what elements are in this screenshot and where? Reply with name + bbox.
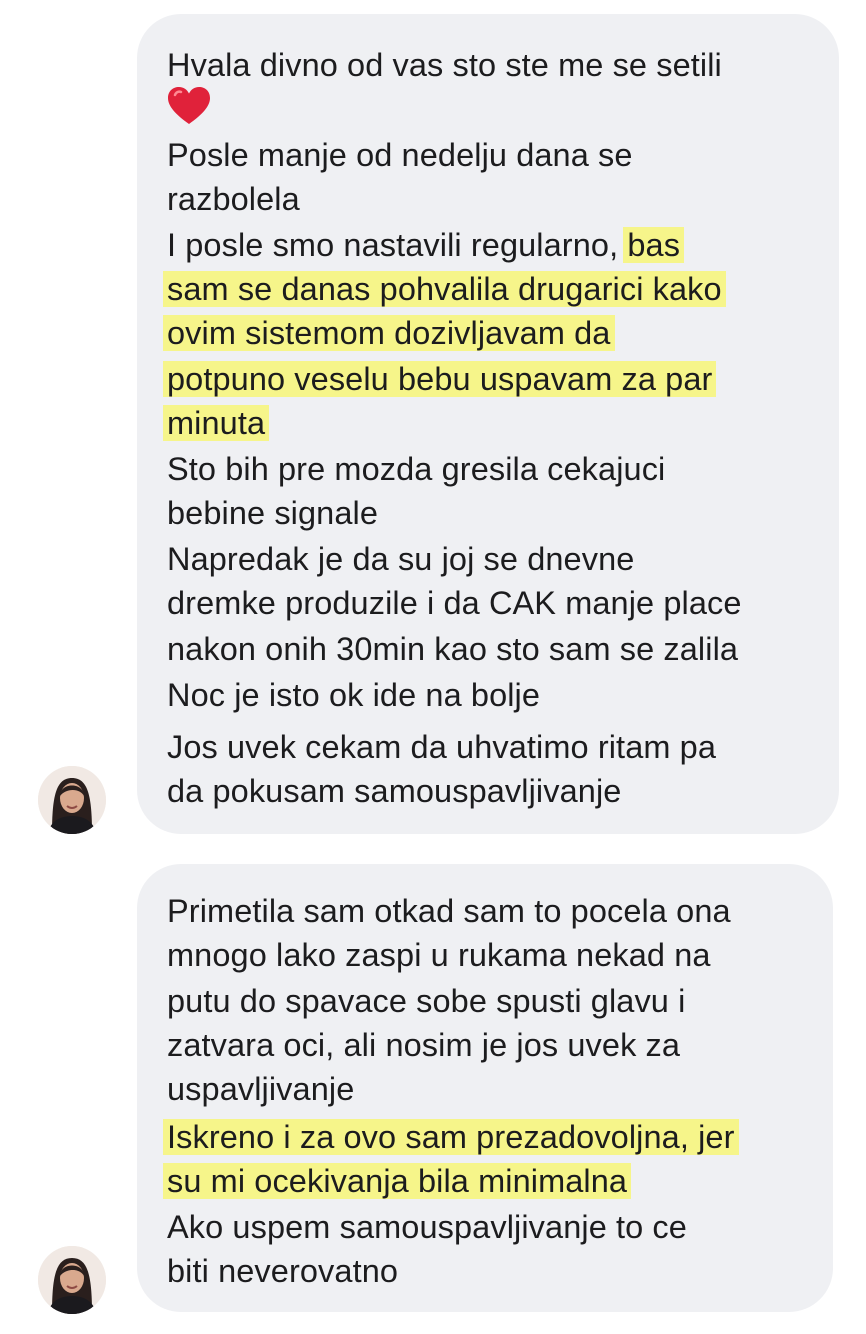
message-line: Sto bih pre mozda gresila cekajuci [167,451,666,487]
highlighted-text: bas [623,227,685,263]
message-bubble[interactable]: Hvala divno od vas sto ste me se setili … [137,14,839,834]
message-line: ovim sistemom dozivljavam da [163,310,615,356]
message-line: Napredak je da su joj se dnevne [167,541,635,577]
message-line: zatvara oci, ali nosim je jos uvek za [167,1027,681,1063]
message-line: da pokusam samouspavljivanje [167,773,622,809]
message-line: Hvala divno od vas sto ste me se setili [167,47,722,83]
highlighted-text: su mi ocekivanja bila minimalna [163,1163,632,1199]
message-line: minuta [163,400,270,446]
highlighted-text: potpuno veselu bebu uspavam za par [163,361,717,397]
message-line: Jos uvek cekam da uhvatimo ritam pa [167,729,717,765]
message-line: mnogo lako zaspi u rukama nekad na [167,937,711,973]
avatar-photo-icon [38,1246,106,1314]
highlighted-text: Iskreno i za ovo sam prezadovoljna, jer [163,1119,739,1155]
message-line: dremke produzile i da CAK manje place [167,585,742,621]
message-bubble[interactable]: Primetila sam otkad sam to pocela ona mn… [137,864,833,1312]
avatar-photo-icon [38,766,106,834]
message-line: Posle manje od nedelju dana se [167,137,633,173]
sender-avatar[interactable] [38,766,106,834]
sender-avatar[interactable] [38,1246,106,1314]
message-line: nakon onih 30min kao sto sam se zalila [167,631,739,667]
message-line: biti neverovatno [167,1253,399,1289]
heart-emoji-icon [168,87,210,124]
highlighted-text: ovim sistemom dozivljavam da [163,315,615,351]
message-line: putu do spavace sobe spusti glavu i [167,983,686,1019]
message-line: Ako uspem samouspavljivanje to ce [167,1209,687,1245]
message-line: sam se danas pohvalila drugarici kako [163,266,726,312]
message-line: I posle smo nastavili regularno, bas [167,222,685,268]
message-line: Primetila sam otkad sam to pocela ona [167,893,731,929]
message-line: su mi ocekivanja bila minimalna [163,1158,632,1204]
message-line: uspavljivanje [167,1071,355,1107]
message-line: potpuno veselu bebu uspavam za par [163,356,717,402]
message-line: razbolela [167,181,300,217]
highlighted-text: minuta [163,405,270,441]
message-line: Noc je isto ok ide na bolje [167,677,541,713]
message-line: bebine signale [167,495,379,531]
message-line: Iskreno i za ovo sam prezadovoljna, jer [163,1114,739,1160]
highlighted-text: sam se danas pohvalila drugarici kako [163,271,726,307]
